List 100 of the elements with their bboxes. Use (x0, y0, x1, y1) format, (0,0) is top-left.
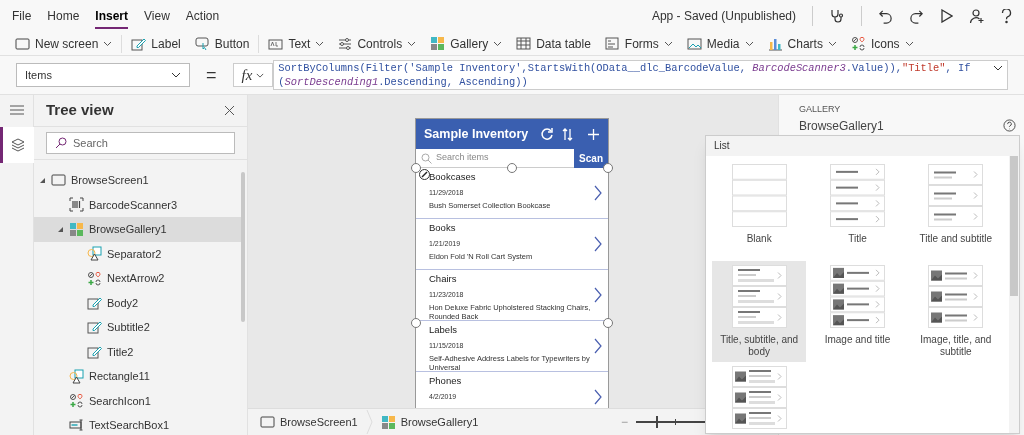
layout-option[interactable]: Title and subtitle (908, 160, 1003, 261)
scrollbar[interactable] (1010, 156, 1018, 296)
tree-item[interactable]: SearchIcon1 (34, 388, 241, 413)
pencil-icon (87, 344, 102, 359)
toolbar-button[interactable]: Text (261, 31, 332, 56)
resize-handle[interactable] (411, 318, 421, 328)
tree-item[interactable]: BarcodeScanner3 (34, 192, 241, 217)
play-icon[interactable] (940, 9, 953, 23)
layout-option[interactable]: Image and title (810, 261, 905, 362)
tree-item[interactable]: BrowseScreen1 (34, 168, 241, 193)
item-title: Labels (429, 323, 458, 337)
table-icon (516, 36, 532, 51)
resize-handle[interactable] (603, 318, 613, 328)
refresh-icon[interactable] (540, 127, 554, 141)
close-icon[interactable] (224, 105, 235, 116)
search-field[interactable]: Search (46, 132, 235, 154)
redo-icon[interactable] (909, 8, 924, 24)
resize-handle[interactable] (507, 163, 517, 173)
gallery-icon (69, 221, 84, 237)
app-title: Sample Inventory (424, 125, 530, 143)
gallery-icon (380, 414, 396, 430)
barcode-icon (69, 197, 84, 213)
formula-line: SortByColumns(Filter('Sample Inventory',StartsWith(OData__dlc_BarcodeValue, BarcodeScanner3.Value)),"Title", If (278, 61, 972, 75)
form-icon (604, 36, 620, 51)
resize-handle[interactable] (411, 163, 421, 173)
layout-thumbnail (731, 265, 787, 329)
tree-item[interactable]: Subtitle2 (34, 315, 241, 340)
expanded-caret-icon[interactable] (38, 176, 46, 184)
scrollbar[interactable] (241, 172, 245, 322)
formula-line: (SortDescending1.Descending, Ascending)) (278, 75, 529, 89)
tree-item[interactable]: NextArrow2 (34, 266, 241, 291)
user-add-icon[interactable] (969, 8, 985, 24)
app-status: App - Saved (Unpublished) (651, 8, 796, 25)
menu-tab[interactable]: Home (47, 3, 80, 29)
layout-thumbnail (928, 164, 984, 228)
item-title: Bookcases (429, 170, 477, 184)
property-dropdown[interactable]: Items (16, 63, 190, 87)
chevron-down-icon[interactable] (993, 65, 1003, 71)
icons-icon (850, 36, 866, 51)
add-icon[interactable] (587, 127, 600, 141)
tree-item[interactable]: Rectangle11 (34, 364, 241, 389)
pencil-icon (131, 36, 147, 51)
panel-title: Tree view (46, 100, 114, 121)
sort-icon[interactable] (562, 127, 573, 141)
sliders-icon (338, 36, 353, 51)
toolbar-button[interactable]: Forms (597, 31, 680, 56)
stethoscope-icon[interactable] (829, 8, 845, 24)
section-label: GALLERY (799, 103, 842, 116)
tree-item[interactable]: TextSearchBox1 (34, 413, 241, 435)
breadcrumb-link[interactable]: BrowseScreen1 (260, 413, 358, 431)
layout-option[interactable]: Blank (712, 160, 807, 261)
scan-button[interactable]: Scan (574, 149, 608, 168)
chevron-down-icon (171, 72, 181, 78)
tree-item[interactable]: BrowseGallery1 (34, 217, 241, 242)
formula-field[interactable]: SortByColumns(Filter('Sample Inventory',StartsWith(OData__dlc_BarcodeValue, BarcodeScanner3.Value)),"Title", If (SortDescending1.Descending, Ascending)) (273, 60, 1008, 90)
shapes-icon (69, 368, 84, 384)
layout-option[interactable]: Title (810, 160, 905, 261)
toolbar-button[interactable]: Label (124, 31, 188, 56)
search-icon (421, 153, 432, 164)
layout-thumbnail (928, 265, 984, 329)
gallery-icon (430, 36, 446, 51)
tree-item[interactable]: Body2 (34, 290, 241, 315)
undo-icon[interactable] (878, 8, 893, 24)
tree-view-tab[interactable] (0, 127, 34, 163)
toolbar-button[interactable]: Media (679, 31, 761, 56)
toolbar-button[interactable]: New screen (8, 31, 120, 56)
text-box-icon (268, 36, 284, 51)
icons-icon (87, 270, 102, 286)
equals-sign: = (206, 64, 217, 87)
item-title: Books (429, 221, 457, 235)
toolbar-button[interactable]: Data table (509, 31, 598, 56)
edit-icon[interactable] (419, 169, 430, 180)
help-icon[interactable] (1001, 8, 1012, 24)
layout-option[interactable]: Image, title, and subtitle (908, 261, 1003, 362)
resize-handle[interactable] (603, 163, 613, 173)
function-button[interactable]: fx (232, 63, 274, 87)
toolbar-button[interactable]: Charts (760, 31, 844, 56)
menu-tab[interactable]: View (144, 3, 170, 29)
layout-thumbnail (830, 265, 885, 329)
menu-tab[interactable]: Insert (95, 3, 129, 29)
menu-tab[interactable]: File (12, 3, 32, 29)
slider-thumb[interactable] (655, 416, 658, 428)
item-title: Chairs (429, 272, 458, 286)
layout-option[interactable]: Title, subtitle, and body (712, 261, 807, 362)
expanded-caret-icon[interactable] (56, 225, 64, 233)
tree-item[interactable]: Title2 (34, 339, 241, 364)
image-icon (686, 36, 702, 51)
item-title: Phones (429, 374, 463, 388)
bar-chart-icon (767, 36, 783, 51)
chevron-down-icon (256, 72, 265, 78)
menu-tab[interactable]: Action (185, 3, 220, 29)
toolbar-button[interactable]: Icons (843, 31, 921, 56)
toolbar-button[interactable]: Controls (331, 31, 424, 56)
toolbar-button[interactable]: Button (187, 31, 257, 56)
tree-item[interactable]: Separator2 (34, 241, 241, 266)
screen-icon (260, 415, 275, 429)
toolbar-button[interactable]: Gallery (423, 31, 510, 56)
breadcrumb-link[interactable]: BrowseGallery1 (380, 413, 479, 431)
screen-icon (15, 36, 30, 51)
layout-thumbnail (731, 366, 787, 430)
